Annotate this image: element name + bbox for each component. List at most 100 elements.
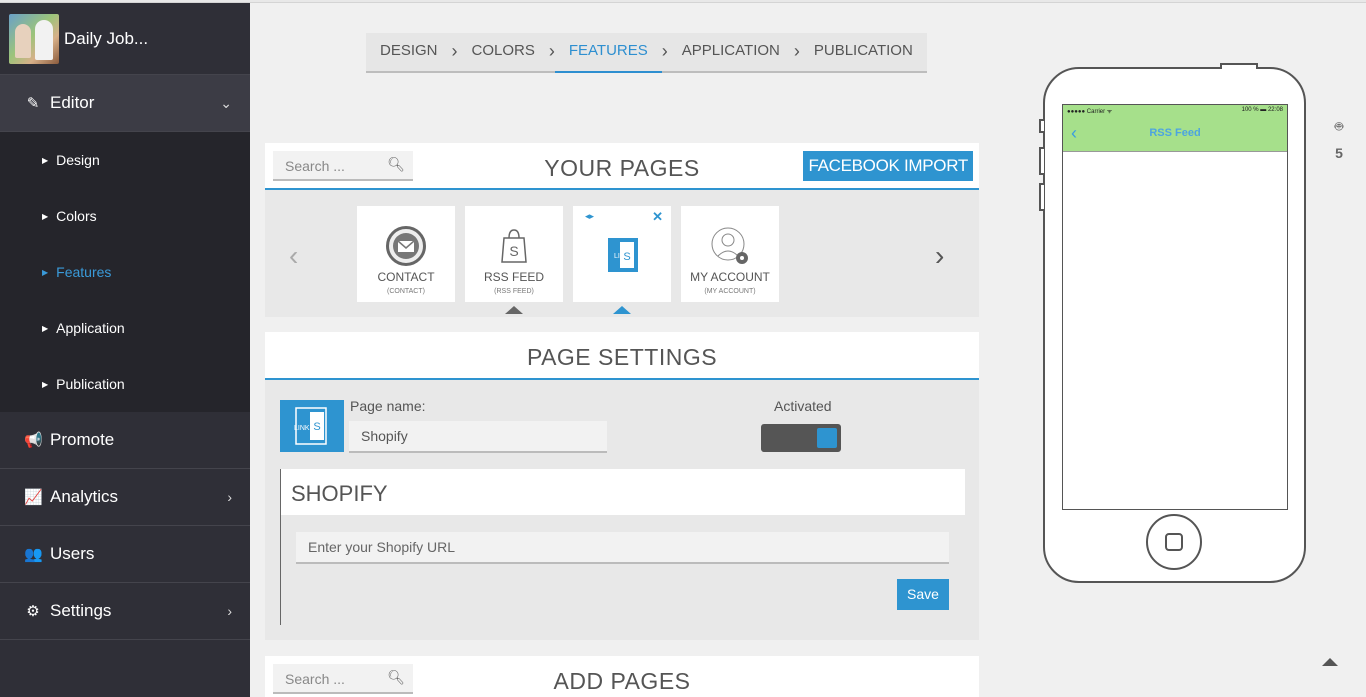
sidebar-item-users[interactable]: 👥 Users <box>0 526 250 583</box>
page-card-rss-feed[interactable]: S RSS FEED (RSS FEED) <box>465 206 563 314</box>
phone-side-button <box>1039 119 1044 133</box>
toggle-knob <box>817 428 837 448</box>
shopping-bag-icon: S <box>494 226 534 266</box>
sidebar-subitem-label: Features <box>56 264 112 280</box>
caret-right-icon: ▶ <box>42 379 49 389</box>
activated-label: Activated <box>774 398 832 414</box>
sidebar-item-analytics[interactable]: 📈 Analytics › <box>0 469 250 526</box>
card-label: MY ACCOUNT <box>690 270 770 284</box>
svg-text:S: S <box>313 421 320 433</box>
sidebar-item-label: Users <box>50 544 95 563</box>
phone-preview: ●●●●● Carrier ᯤ 100 % ▬ 22:08 ‹ RSS Feed <box>1039 63 1306 583</box>
phone-screen-title: RSS Feed <box>1149 127 1201 139</box>
html5-icon[interactable]: 5 <box>1330 144 1348 162</box>
caret-right-icon: ▶ <box>42 211 49 221</box>
card-sublabel: (CONTACT) <box>387 288 425 295</box>
sidebar-subitem-publication[interactable]: ▶ Publication <box>0 356 250 412</box>
svg-text:LINK: LINK <box>294 425 310 432</box>
svg-text:S: S <box>623 251 630 263</box>
page-settings-body: LINK S Page name: Shopify Activated SHOPI… <box>265 380 979 640</box>
page-settings-header: PAGE SETTINGS <box>265 332 979 380</box>
phone-nav-bar: ‹ RSS Feed <box>1063 117 1287 152</box>
chevron-right-icon: › <box>227 489 232 505</box>
shopify-url-input[interactable]: Enter your Shopify URL <box>296 532 949 564</box>
gears-icon: ⚙ <box>26 603 40 620</box>
pencil-icon: ✎ <box>26 95 40 112</box>
page-card-link-shopify[interactable]: ◂▸ ✕ LINK S <box>573 206 671 314</box>
page-name-label: Page name: <box>350 398 426 414</box>
sidebar-subitem-label: Publication <box>56 376 125 392</box>
users-icon: 👥 <box>24 546 43 563</box>
facebook-import-button[interactable]: FACEBOOK IMPORT <box>803 151 973 181</box>
reorder-arrows-icon[interactable]: ◂▸ <box>585 211 594 222</box>
link-shopify-icon: LINK S <box>280 400 344 452</box>
card-label: CONTACT <box>377 270 435 284</box>
card-sublabel: (MY ACCOUNT) <box>704 288 756 295</box>
step-application[interactable]: APPLICATION <box>668 33 794 71</box>
phone-status-bar: ●●●●● Carrier ᯤ 100 % ▬ 22:08 <box>1063 105 1287 117</box>
svg-text:S: S <box>509 243 518 259</box>
add-pages-title: ADD PAGES <box>553 668 691 694</box>
sidebar-item-label: Analytics <box>50 487 119 506</box>
apple-ios5-icon[interactable] <box>1330 63 1348 81</box>
user-settings-icon <box>710 226 750 266</box>
phone-home-button <box>1146 514 1202 570</box>
link-shopify-icon: LINK S <box>602 234 642 274</box>
card-pointer <box>505 306 523 314</box>
app-name: Daily Job... <box>64 28 149 48</box>
close-icon[interactable]: ✕ <box>652 209 663 225</box>
sidebar-subitem-label: Design <box>56 152 100 168</box>
sidebar-subitem-design[interactable]: ▶ Design <box>0 132 250 188</box>
sidebar-item-label: Settings <box>50 601 112 620</box>
caret-right-icon: ▶ <box>42 323 49 333</box>
line-chart-icon: 📈 <box>24 489 43 506</box>
wizard-steps: DESIGN › COLORS › FEATURES › APPLICATION… <box>366 33 927 73</box>
step-colors[interactable]: COLORS <box>458 33 549 71</box>
card-sublabel: (RSS FEED) <box>494 288 534 295</box>
sidebar-item-settings[interactable]: ⚙ Settings › <box>0 583 250 640</box>
sidebar-subitem-colors[interactable]: ▶ Colors <box>0 188 250 244</box>
activated-toggle[interactable] <box>761 424 841 452</box>
phone-screen: ●●●●● Carrier ᯤ 100 % ▬ 22:08 ‹ RSS Feed <box>1062 104 1288 510</box>
app-header[interactable]: Daily Job... <box>0 3 250 75</box>
app-avatar <box>9 13 59 64</box>
your-pages-header: Search ... 🔍︎ YOUR PAGES FACEBOOK IMPORT <box>265 143 979 190</box>
phone-side-button <box>1039 147 1044 175</box>
sidebar-subitem-features[interactable]: ▶ Features <box>0 244 250 300</box>
pages-carousel: ‹ CONTACT (CONTACT) S RSS FEED (RSS FEED… <box>265 190 979 317</box>
android-icon[interactable]: 🤖︎ <box>1330 117 1348 135</box>
step-features[interactable]: FEATURES <box>554 33 662 73</box>
card-pointer-active <box>613 306 631 314</box>
carrier-text: ●●●●● Carrier ᯤ <box>1067 109 1113 115</box>
step-publication[interactable]: PUBLICATION <box>800 33 927 71</box>
phone-top-button <box>1220 63 1258 69</box>
carousel-prev-icon[interactable]: ‹ <box>289 240 298 272</box>
page-card-contact[interactable]: CONTACT (CONTACT) <box>357 206 455 302</box>
sidebar-item-editor[interactable]: ✎ Editor ⌄ <box>0 75 250 132</box>
sidebar-subitem-label: Application <box>56 320 125 336</box>
carousel-next-icon[interactable]: › <box>935 240 944 272</box>
save-button[interactable]: Save <box>897 579 949 610</box>
scroll-top-icon[interactable] <box>1322 658 1338 666</box>
page-name-input[interactable]: Shopify <box>349 421 607 453</box>
sidebar-item-promote[interactable]: 📢 Promote <box>0 412 250 469</box>
sidebar-subitem-label: Colors <box>56 208 97 224</box>
envelope-icon <box>386 226 426 266</box>
editor-submenu: ▶ Design ▶ Colors ▶ Features ▶ Application ▶… <box>0 132 250 412</box>
step-design[interactable]: DESIGN <box>366 33 452 71</box>
shopify-section-title: SHOPIFY <box>281 469 965 515</box>
card-label: RSS FEED <box>483 270 544 284</box>
page-settings-title: PAGE SETTINGS <box>526 344 718 370</box>
chevron-right-icon: › <box>227 603 232 619</box>
caret-right-icon: ▶ <box>42 267 49 277</box>
megaphone-icon: 📢 <box>24 432 43 449</box>
sidebar-item-label: Promote <box>50 430 115 449</box>
sidebar: Daily Job... ✎ Editor ⌄ ▶ Design ▶ Colors … <box>0 3 250 697</box>
apple-ios6-icon[interactable] <box>1330 90 1348 108</box>
page-card-my-account[interactable]: MY ACCOUNT (MY ACCOUNT) <box>681 206 779 302</box>
sidebar-subitem-application[interactable]: ▶ Application <box>0 300 250 356</box>
chevron-down-icon: ⌄ <box>220 94 232 111</box>
sidebar-item-label: Editor <box>50 93 95 112</box>
caret-right-icon: ▶ <box>42 155 49 165</box>
phone-side-button <box>1039 183 1044 211</box>
